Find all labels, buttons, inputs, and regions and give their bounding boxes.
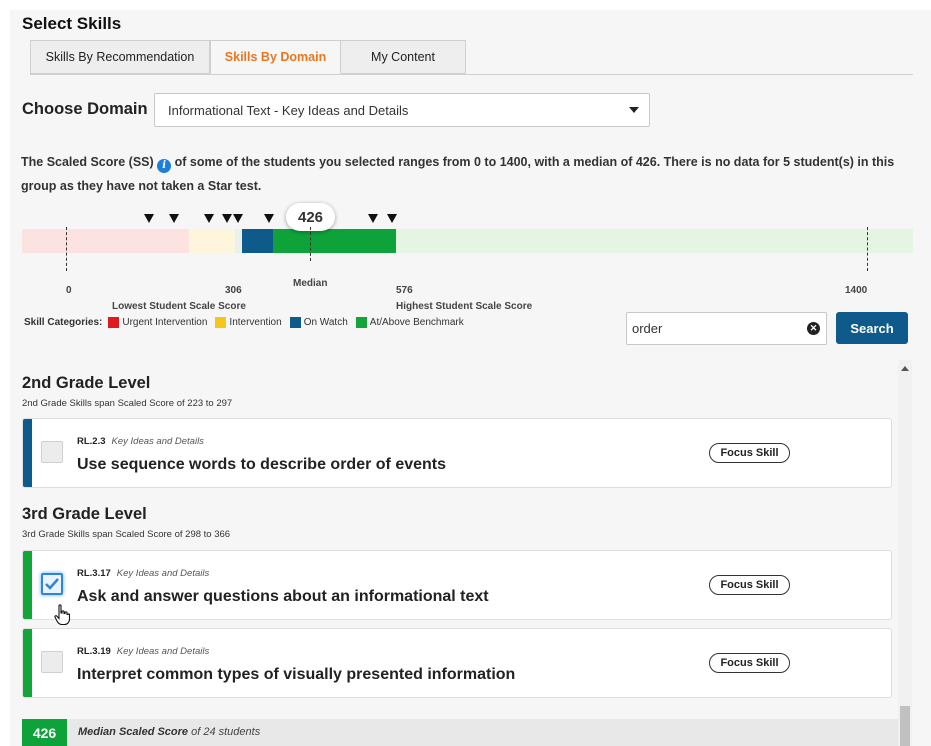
skill-checkbox[interactable] [41, 651, 63, 673]
legend-label: At/Above Benchmark [369, 317, 464, 328]
student-marker [204, 214, 214, 223]
tick-label-low: 306 [225, 285, 242, 296]
skill-categories-legend: Skill Categories: Urgent Intervention In… [24, 317, 472, 328]
tick-label-zero: 0 [66, 285, 72, 296]
student-marker [169, 214, 179, 223]
skill-card: RL.3.17 Key Ideas and Details Ask and ans… [22, 550, 892, 620]
min-dash-line [66, 227, 67, 271]
bar-segment-benchmark [273, 229, 396, 253]
legend-label: Intervention [229, 317, 282, 328]
search-input-value: order [632, 321, 663, 336]
legend-item-urgent: Urgent Intervention [108, 317, 207, 328]
skill-name: Ask and answer questions about an inform… [77, 588, 489, 605]
scroll-up-arrow-icon[interactable] [901, 366, 909, 371]
median-dash-line [310, 227, 311, 261]
info-icon[interactable]: i [157, 159, 172, 173]
skill-card: RL.3.19 Key Ideas and Details Interpret c… [22, 628, 892, 698]
skill-domain: Key Ideas and Details [116, 568, 210, 579]
bar-segment-on-watch [242, 229, 273, 253]
focus-skill-badge: Focus Skill [709, 443, 790, 463]
student-marker [233, 214, 243, 223]
skill-code-text: RL.3.19 [77, 646, 111, 657]
student-marker [387, 214, 397, 223]
median-score-badge: 426 [22, 719, 67, 746]
legend-swatch [289, 317, 301, 328]
category-stripe [23, 551, 32, 619]
scaled-score-description: The Scaled Score (SS) i of some of the s… [21, 150, 911, 198]
legend-swatch [108, 317, 120, 328]
skill-code-text: RL.3.17 [77, 568, 111, 579]
domain-select[interactable]: Informational Text - Key Ideas and Detai… [154, 93, 650, 127]
choose-domain-label: Choose Domain [22, 100, 148, 118]
domain-select-value: Informational Text - Key Ideas and Detai… [168, 102, 409, 118]
skill-checkbox-checked[interactable] [41, 573, 63, 595]
bar-segment-gap [235, 229, 242, 253]
checkmark-icon [45, 578, 59, 590]
category-stripe [23, 419, 32, 487]
skills-list: 2nd Grade Level 2nd Grade Skills span Sc… [10, 360, 898, 746]
focus-skill-badge: Focus Skill [709, 653, 790, 673]
skill-domain: Key Ideas and Details [111, 436, 204, 447]
page-title: Select Skills [22, 14, 122, 33]
clear-icon[interactable]: ✕ [807, 322, 820, 335]
tab-skills-by-recommendation[interactable]: Skills By Recommendation [30, 40, 210, 74]
grade-heading: 2nd Grade Level [22, 374, 151, 392]
category-stripe [23, 629, 32, 697]
tab-bar: Skills By Recommendation Skills By Domai… [30, 40, 466, 74]
list-scrollbar[interactable] [898, 360, 912, 746]
pointer-hand-icon [54, 604, 71, 626]
skill-code-text: RL.2.3 [77, 436, 106, 447]
skill-code: RL.2.3 Key Ideas and Details [77, 436, 204, 447]
bar-segment-above [396, 229, 913, 253]
grade-subheading: 3rd Grade Skills span Scaled Score of 29… [22, 529, 231, 540]
max-dash-line [867, 227, 868, 271]
student-marker [222, 214, 232, 223]
grade-heading: 3rd Grade Level [22, 505, 147, 523]
focus-skill-badge: Focus Skill [709, 575, 790, 595]
search-button[interactable]: Search [836, 312, 908, 344]
skill-code: RL.3.19 Key Ideas and Details [77, 646, 209, 657]
skill-code: RL.3.17 Key Ideas and Details [77, 568, 209, 579]
grade-subheading: 2nd Grade Skills span Scaled Score of 22… [22, 398, 233, 409]
student-marker [264, 214, 274, 223]
chevron-down-icon [629, 107, 639, 113]
legend-label: Urgent Intervention [122, 317, 208, 328]
hand-cursor-icon [54, 604, 71, 632]
median-footer-text: Median Scaled Score of 24 students [78, 726, 260, 738]
tab-divider [30, 74, 913, 75]
score-range-bar: 426 0 306 Median 576 1400 Lowest Student… [22, 203, 913, 312]
legend-swatch [355, 317, 367, 328]
legend-title: Skill Categories: [24, 317, 103, 328]
highest-score-label: Highest Student Scale Score [396, 301, 533, 312]
tab-my-content[interactable]: My Content [341, 40, 466, 74]
legend-item-on-watch: On Watch [289, 317, 348, 328]
skill-checkbox[interactable] [41, 441, 63, 463]
search-input[interactable]: order ✕ [626, 312, 827, 345]
bar-segment-intervention [189, 229, 235, 253]
scroll-thumb[interactable] [900, 706, 910, 746]
median-footer-label: Median Scaled Score [78, 726, 189, 738]
median-label: Median [293, 278, 328, 289]
tick-label-max: 1400 [845, 285, 868, 296]
student-marker [144, 214, 154, 223]
skill-name: Interpret common types of visually prese… [77, 666, 516, 683]
tab-skills-by-domain[interactable]: Skills By Domain [210, 40, 341, 74]
skill-card: RL.2.3 Key Ideas and Details Use sequence… [22, 418, 892, 488]
student-marker [368, 214, 378, 223]
skill-name: Use sequence words to describe order of … [77, 456, 447, 473]
median-footer: 426 Median Scaled Score of 24 students [22, 719, 898, 746]
legend-swatch [215, 317, 227, 328]
legend-label: On Watch [303, 317, 348, 328]
legend-item-intervention: Intervention [215, 317, 282, 328]
description-lead: The Scaled Score (SS) [21, 155, 154, 169]
select-skills-panel: Select Skills Skills By Recommendation S… [10, 10, 931, 746]
legend-item-benchmark: At/Above Benchmark [355, 317, 464, 328]
bar-segment-urgent [22, 229, 189, 253]
skill-domain: Key Ideas and Details [116, 646, 210, 657]
median-footer-suffix: of 24 students [188, 726, 261, 738]
tick-label-high: 576 [396, 285, 413, 296]
lowest-score-label: Lowest Student Scale Score [112, 301, 246, 312]
